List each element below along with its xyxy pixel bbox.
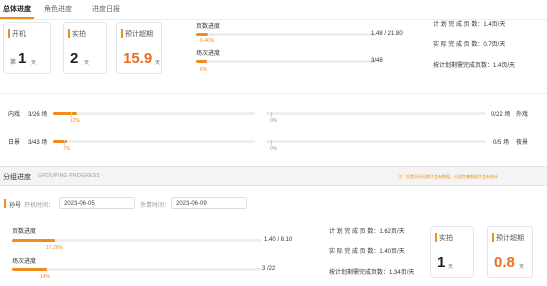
group-card-actual-label: 实拍: [435, 233, 453, 242]
tab-daily-report[interactable]: 进度日报: [92, 4, 120, 14]
card-start-value: 1: [18, 50, 27, 67]
group-name-marker: [4, 199, 6, 208]
timeline-row1-left-label: 内戏: [8, 112, 21, 118]
page-progress-percent: 6.46%: [200, 38, 215, 44]
card-actual-days: 实拍 2 天: [63, 22, 107, 74]
scene-progress-count: 3/48: [371, 58, 383, 64]
end-date-input[interactable]: 2023-06-09: [171, 197, 247, 209]
card-actual-value: 2: [70, 50, 79, 67]
group-scene-progress-bar: [12, 268, 262, 271]
timeline-row1-left-bar: [53, 112, 255, 117]
group-rate-actual-value: 1.40页/天: [379, 249, 405, 255]
group-rate-planned: 计 划 完 成 页 数：1.62页/天: [329, 226, 405, 235]
timeline-row1-right-label: 外戏: [516, 112, 529, 118]
group-rate-remaining-label: 按计划剩需完成页数：: [329, 270, 390, 276]
group-name: 孙号: [9, 203, 22, 209]
group-card-estimate-label: 预计超期: [492, 233, 524, 242]
card-start-day: 开机 第 1 天: [3, 22, 51, 74]
start-date-input[interactable]: 2023-06-05: [59, 197, 135, 209]
group-card-estimate-value: 0.8: [494, 254, 515, 271]
group-rate-actual-label: 实 际 完 成 页 数：: [329, 249, 380, 255]
group-page-progress-fill: [12, 239, 56, 242]
rate-planned: 计 划 完 成 页 数：1.4页/天: [433, 19, 505, 28]
timeline-row2-left-fill: [53, 140, 68, 143]
card-estimate-label: 预计超期: [121, 29, 153, 38]
timeline-row1-right-pct: 0%: [270, 118, 278, 124]
card-estimated-overrun: 预计超期 15.9 天: [116, 22, 162, 74]
grouping-section-header: 分组进度 GROUPING PROGRESS 注：设置开机日期才会有数据，分组完…: [0, 166, 547, 186]
group-rate-remaining-value: 1.34页/天: [389, 270, 415, 276]
group-page-progress-label: 页数进度: [12, 229, 37, 235]
scene-progress-bar: [196, 60, 376, 63]
group-card-estimated-overrun: 预计超期 0.8 天: [487, 226, 533, 278]
tab-role-progress[interactable]: 角色进度: [44, 4, 72, 14]
card-start-label: 开机: [8, 29, 26, 38]
timeline-row1-left-pct: 12%: [70, 118, 81, 124]
timeline-row2-left-marker: [64, 140, 65, 145]
timeline-row1-right-bar: [266, 112, 486, 117]
group-card-estimate-unit: 天: [519, 264, 525, 270]
rate-remaining: 按计划剩需完成页数：1.4页/天: [433, 60, 515, 69]
grouping-notice: 注：设置开机日期才会有数据，分组完善数据才会有统计: [398, 174, 498, 179]
group-rate-actual: 实 际 完 成 页 数：1.40页/天: [329, 246, 405, 255]
rate-planned-value: 1.4页/天: [483, 22, 506, 28]
rate-actual-label: 实 际 完 成 页 数：: [433, 42, 484, 48]
group-rate-planned-value: 1.62页/天: [379, 229, 405, 235]
rate-remaining-value: 1.4页/天: [493, 63, 516, 69]
timeline-row1-right-marker: [271, 112, 272, 117]
group-card-actual-value: 1: [437, 254, 446, 271]
timeline-row2-right-label: 夜景: [516, 140, 529, 146]
page-progress-bar: [196, 33, 376, 36]
grouping-title: 分组进度: [3, 174, 31, 181]
timeline-row1-left-marker: [71, 112, 72, 117]
group-scene-progress-label: 场次进度: [12, 259, 37, 265]
timeline-row2-left-bar: [53, 140, 255, 145]
end-date-label: 杀青时间：: [140, 203, 171, 209]
group-page-progress-bar: [12, 239, 262, 242]
tab-overall-progress[interactable]: 总体进度: [3, 4, 31, 14]
card-actual-unit: 天: [84, 60, 90, 66]
timeline-row2-left-label: 日景: [8, 140, 21, 146]
start-date-label: 开机时间：: [24, 203, 55, 209]
tab-bar: 总体进度 角色进度 进度日报: [0, 0, 547, 20]
group-card-actual-unit: 天: [448, 264, 454, 270]
timeline-row1-left-count: 3/26 场: [28, 112, 48, 118]
card-estimate-unit: 天: [155, 60, 161, 66]
card-start-prefix: 第: [10, 60, 17, 66]
group-rate-remaining: 按计划剩需完成页数：1.34页/天: [329, 267, 414, 276]
group-scene-progress-fill: [12, 268, 47, 271]
group-card-actual-days: 实拍 1 天: [430, 226, 474, 278]
group-page-progress-percent: 17.26%: [46, 245, 63, 251]
group-scene-progress-percent: 14%: [40, 274, 51, 280]
grouping-subtitle: GROUPING PROGRESS: [38, 173, 101, 179]
timeline-row2-right-count: 0/5 场: [493, 140, 510, 146]
rate-remaining-label: 按计划剩需完成页数：: [433, 63, 494, 69]
timeline-row1-right-count: 0/22 场: [491, 112, 511, 118]
active-tab-indicator: [0, 17, 34, 19]
scene-progress-percent: 6%: [200, 67, 208, 73]
scene-progress-label: 场次进度: [196, 51, 221, 57]
card-actual-label: 实拍: [68, 29, 86, 38]
page-progress-label: 页数进度: [196, 24, 221, 30]
rate-actual: 实 际 完 成 页 数：0.7页/天: [433, 39, 505, 48]
timeline-row2-right-marker: [271, 140, 272, 145]
timeline-row2-right-pct: 0%: [270, 146, 278, 152]
page-progress-fill: [196, 33, 208, 36]
timeline-row2-right-bar: [266, 140, 486, 145]
timeline-row2-left-pct: 7%: [63, 146, 71, 152]
scene-progress-fill: [196, 60, 207, 63]
page-progress-count: 1.48 / 21.80: [371, 31, 403, 37]
section-divider: [0, 93, 547, 94]
group-rate-planned-label: 计 划 完 成 页 数：: [329, 229, 380, 235]
rate-planned-label: 计 划 完 成 页 数：: [433, 22, 484, 28]
card-estimate-value: 15.9: [123, 50, 153, 67]
rate-actual-value: 0.7页/天: [483, 42, 506, 48]
group-page-progress-count: 1.40 / 8.10: [264, 237, 293, 243]
card-start-unit: 天: [31, 60, 37, 66]
group-scene-progress-count: 3 /22: [262, 266, 276, 272]
timeline-row1-left-fill: [53, 112, 78, 115]
timeline-row2-left-count: 3/43 场: [28, 140, 48, 146]
